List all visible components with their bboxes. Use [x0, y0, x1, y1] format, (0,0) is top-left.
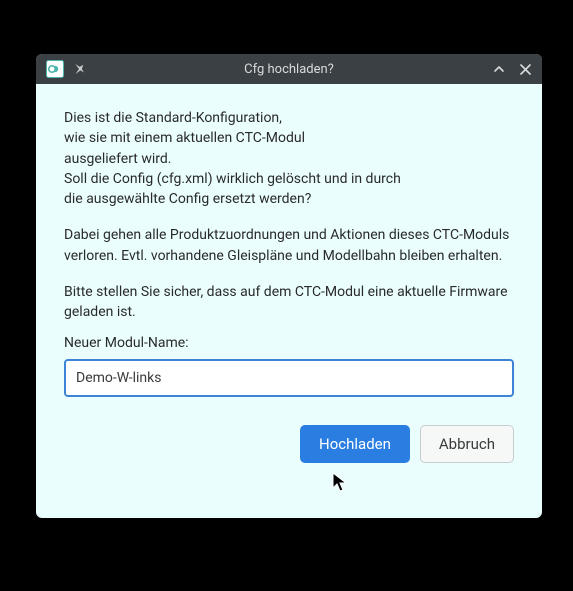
pin-icon[interactable] [72, 62, 86, 76]
window-controls [492, 62, 532, 76]
upload-button[interactable]: Hochladen [300, 425, 410, 463]
titlebar[interactable]: Cfg hochladen? [36, 54, 542, 84]
module-name-input[interactable] [64, 359, 514, 397]
cancel-button[interactable]: Abbruch [420, 425, 514, 463]
button-row: Hochladen Abbruch [64, 425, 514, 463]
chevron-up-icon[interactable] [492, 62, 506, 76]
window-title: Cfg hochladen? [244, 62, 334, 77]
close-icon[interactable] [518, 62, 532, 76]
paragraph-2: Dabei gehen alle Produktzuordnungen und … [64, 225, 514, 266]
dialog-content: Dies ist die Standard-Konfiguration, wie… [36, 84, 542, 518]
paragraph-3: Bitte stellen Sie sicher, dass auf dem C… [64, 282, 514, 323]
dialog-window: Cfg hochladen? Dies ist die Standard-Kon… [36, 54, 542, 518]
paragraph-1: Dies ist die Standard-Konfiguration, wie… [64, 108, 514, 209]
app-icon [46, 60, 64, 78]
module-name-label: Neuer Modul-Name: [64, 333, 514, 353]
